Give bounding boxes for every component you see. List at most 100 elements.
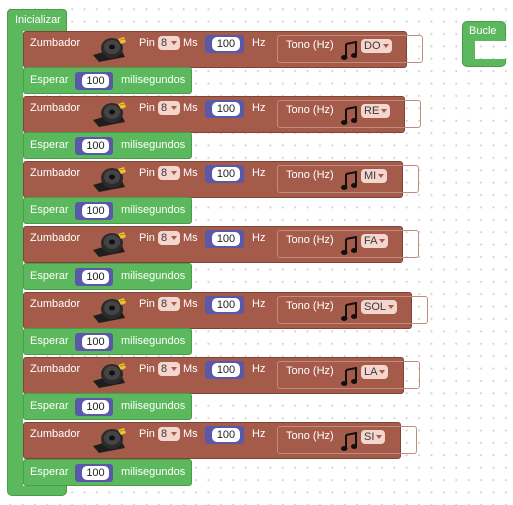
pin-label: Pin: [139, 167, 155, 179]
ms-number-block[interactable]: 100: [205, 165, 244, 183]
wait-number-block[interactable]: 100: [75, 398, 113, 416]
zumbador-label: Zumbador: [30, 167, 81, 179]
buzzer-icon: [90, 100, 128, 128]
pin-dropdown[interactable]: 8: [158, 362, 181, 376]
note-dropdown[interactable]: FA: [361, 234, 389, 248]
esperar-block[interactable]: Esperar 100 milisegundos: [23, 393, 192, 420]
pin-dropdown[interactable]: 8: [158, 101, 181, 115]
wait-number-block[interactable]: 100: [75, 333, 113, 351]
note-value: RE: [364, 105, 380, 117]
tono-label: Tono (Hz): [286, 234, 334, 246]
tono-block[interactable]: Tono (Hz) LA: [277, 361, 420, 389]
wait-value[interactable]: 100: [82, 74, 109, 88]
note-value: LA: [364, 366, 378, 378]
wait-value[interactable]: 100: [82, 270, 109, 284]
pin-dropdown[interactable]: 8: [158, 427, 181, 441]
ms-value[interactable]: 100: [212, 363, 240, 377]
milisegundos-label: milisegundos: [121, 139, 186, 151]
ms-value[interactable]: 100: [212, 232, 240, 246]
wait-number-block[interactable]: 100: [75, 137, 113, 155]
esperar-block[interactable]: Esperar 100 milisegundos: [23, 197, 192, 224]
esperar-block[interactable]: Esperar 100 milisegundos: [23, 459, 192, 486]
wait-number-block[interactable]: 100: [75, 72, 113, 90]
wait-value[interactable]: 100: [82, 400, 109, 414]
note-value: SI: [364, 431, 375, 443]
wait-value[interactable]: 100: [82, 139, 109, 153]
zumbador-block[interactable]: Zumbador Pin 8 Ms 100 Hz Tono (Hz) SI: [23, 422, 417, 459]
tono-label: Tono (Hz): [286, 365, 334, 377]
pin-label: Pin: [139, 37, 155, 49]
milisegundos-label: milisegundos: [121, 335, 186, 347]
esperar-block[interactable]: Esperar 100 milisegundos: [23, 132, 192, 159]
dropdown-arrow-icon: [171, 367, 178, 371]
milisegundos-label: milisegundos: [121, 204, 186, 216]
pin-label: Pin: [139, 298, 155, 310]
zumbador-block[interactable]: Zumbador Pin 8 Ms 100 Hz Tono (Hz) RE: [23, 96, 421, 133]
zumbador-block[interactable]: Zumbador Pin 8 Ms 100 Hz Tono (Hz) SOL: [23, 292, 428, 329]
tono-block[interactable]: Tono (Hz) SOL: [277, 296, 428, 324]
inicializar-block[interactable]: Inicializar: [7, 9, 67, 31]
zumbador-block[interactable]: Zumbador Pin 8 Ms 100 Hz Tono (Hz) FA: [23, 226, 419, 263]
pin-value: 8: [161, 102, 168, 114]
ms-label: Ms: [183, 167, 198, 179]
ms-value[interactable]: 100: [212, 37, 240, 51]
zumbador-block[interactable]: Zumbador Pin 8 Ms 100 Hz Tono (Hz) LA: [23, 357, 420, 394]
esperar-label: Esperar: [30, 74, 69, 86]
note-dropdown[interactable]: MI: [361, 169, 388, 183]
hz-label: Hz: [252, 167, 266, 179]
ms-value[interactable]: 100: [212, 102, 240, 116]
buzzer-icon: [90, 35, 128, 63]
note-dropdown[interactable]: RE: [361, 104, 391, 118]
dropdown-arrow-icon: [171, 236, 178, 240]
music-note-icon: [341, 40, 358, 61]
pin-dropdown[interactable]: 8: [158, 231, 181, 245]
wait-number-block[interactable]: 100: [75, 464, 113, 482]
pin-dropdown[interactable]: 8: [158, 166, 181, 180]
pin-label: Pin: [139, 102, 155, 114]
bucle-block[interactable]: Bucle: [462, 21, 506, 67]
ms-number-block[interactable]: 100: [205, 426, 244, 444]
milisegundos-label: milisegundos: [121, 400, 186, 412]
bucle-bottom: [462, 59, 506, 67]
esperar-block[interactable]: Esperar 100 milisegundos: [23, 328, 192, 355]
tono-block[interactable]: Tono (Hz) RE: [277, 100, 421, 128]
ms-number-block[interactable]: 100: [205, 100, 244, 118]
ms-number-block[interactable]: 100: [205, 296, 244, 314]
pin-value: 8: [161, 37, 168, 49]
ms-number-block[interactable]: 100: [205, 230, 244, 248]
wait-value[interactable]: 100: [82, 204, 109, 218]
tono-block[interactable]: Tono (Hz) SI: [277, 426, 417, 454]
ms-value[interactable]: 100: [212, 428, 240, 442]
note-dropdown[interactable]: SI: [361, 430, 386, 444]
tono-block[interactable]: Tono (Hz) DO: [277, 35, 423, 63]
note-value: MI: [364, 170, 377, 182]
note-value: DO: [364, 40, 381, 52]
zumbador-label: Zumbador: [30, 102, 81, 114]
wait-number-block[interactable]: 100: [75, 268, 113, 286]
tono-block[interactable]: Tono (Hz) FA: [277, 230, 419, 258]
wait-value[interactable]: 100: [82, 335, 109, 349]
zumbador-block[interactable]: Zumbador Pin 8 Ms 100 Hz Tono (Hz) MI: [23, 161, 419, 198]
ms-value[interactable]: 100: [212, 298, 240, 312]
note-dropdown[interactable]: SOL: [361, 300, 398, 314]
ms-value[interactable]: 100: [212, 167, 240, 181]
hz-label: Hz: [252, 37, 266, 49]
wait-value[interactable]: 100: [82, 466, 109, 480]
esperar-block[interactable]: Esperar 100 milisegundos: [23, 263, 192, 290]
esperar-block[interactable]: Esperar 100 milisegundos: [23, 67, 192, 94]
tono-label: Tono (Hz): [286, 169, 334, 181]
ms-number-block[interactable]: 100: [205, 35, 244, 53]
zumbador-block[interactable]: Zumbador Pin 8 Ms 100 Hz Tono (Hz) DO: [23, 31, 423, 68]
note-dropdown[interactable]: DO: [361, 39, 392, 53]
note-dropdown[interactable]: LA: [361, 365, 389, 379]
esperar-label: Esperar: [30, 335, 69, 347]
pin-dropdown[interactable]: 8: [158, 36, 181, 50]
pin-value: 8: [161, 298, 168, 310]
dropdown-arrow-icon: [379, 239, 386, 243]
ms-number-block[interactable]: 100: [205, 361, 244, 379]
dropdown-arrow-icon: [171, 41, 178, 45]
wait-number-block[interactable]: 100: [75, 202, 113, 220]
tono-block[interactable]: Tono (Hz) MI: [277, 165, 419, 193]
pin-label: Pin: [139, 232, 155, 244]
pin-dropdown[interactable]: 8: [158, 297, 181, 311]
